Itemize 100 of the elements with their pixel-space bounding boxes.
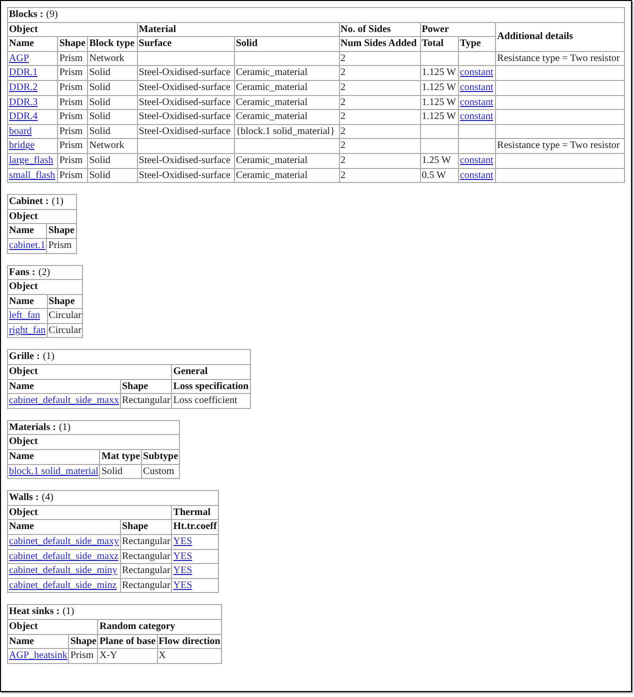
section-title: Walls :: [9, 492, 39, 504]
column-header: Name: [8, 520, 120, 534]
group-header: Additional details: [496, 22, 624, 52]
table-cell: Ceramic_material: [234, 95, 339, 110]
table-cell: Prism: [58, 51, 88, 66]
table-cell: Rectangular: [120, 549, 172, 564]
table-cell: Steel-Oxidised-surface: [137, 80, 234, 96]
group-header: Object: [8, 22, 138, 37]
table-cell: Ceramic_material: [234, 153, 339, 168]
group-header: Object: [8, 619, 98, 634]
table-cell: Solid: [88, 66, 138, 80]
column-header: Type: [458, 36, 496, 52]
group-header: Object: [8, 505, 172, 520]
table-cell: 2: [339, 110, 420, 124]
table-cell: 1.125 W: [420, 80, 458, 96]
column-header: Name: [8, 36, 58, 52]
table-cell: Circular: [47, 323, 83, 338]
section-title: Fans :: [9, 266, 36, 278]
column-header: Name: [8, 634, 69, 649]
table-cell: Rectangular: [120, 578, 172, 593]
table-cell: 2: [339, 51, 420, 66]
table-cell: Solid: [88, 95, 138, 110]
table-cell: Solid: [88, 168, 138, 183]
table-cell: 2: [339, 95, 420, 110]
column-header: Num Sides Added: [339, 36, 420, 52]
table-cell: Prism: [68, 648, 98, 664]
group-header: Power: [420, 22, 496, 37]
section-title: Cabinet :: [9, 196, 49, 208]
group-header: No. of Sides: [339, 22, 420, 37]
column-header: Shape: [47, 294, 83, 309]
table-cell: 2: [339, 168, 420, 183]
table-cell: Rectangular: [120, 394, 172, 408]
column-header: Name: [8, 294, 48, 309]
column-header: Plane of base: [98, 634, 158, 649]
column-header: Ht.tr.coeff: [172, 520, 218, 534]
table-link[interactable]: AGP_heatsink: [9, 650, 68, 662]
table-link[interactable]: right_fan: [9, 324, 46, 336]
table-cell: 2: [339, 153, 420, 168]
column-header: Name: [8, 224, 47, 238]
item-count: (4): [42, 492, 54, 504]
table-cell: Steel-Oxidised-surface: [137, 168, 234, 183]
column-header: Shape: [120, 520, 172, 534]
group-header: Object: [8, 209, 76, 224]
group-header: Object: [8, 434, 180, 450]
item-count: (1): [62, 606, 74, 618]
table-cell: Resistance type = Two resistor: [496, 138, 624, 154]
item-count: (1): [52, 196, 64, 208]
column-header: Total: [420, 36, 458, 52]
item-count: (1): [42, 351, 54, 362]
table-cell: Steel-Oxidised-surface: [137, 66, 234, 80]
table-cell: Ceramic_material: [234, 110, 339, 124]
item-count: (9): [46, 9, 58, 20]
table-cell: {block.1 solid_material}: [234, 124, 339, 139]
table-cell: Custom: [142, 464, 180, 479]
table-cell: Ceramic_material: [234, 168, 339, 183]
table-cell: X: [157, 648, 222, 664]
section-title: Heat sinks :: [9, 606, 60, 618]
table-cell: Rectangular: [120, 564, 172, 578]
table-cell: Rectangular: [120, 534, 172, 550]
table-cell: Ceramic_material: [234, 80, 339, 96]
table-cell: Prism: [58, 95, 88, 110]
group-header: Material: [137, 22, 339, 37]
table-link[interactable]: cabinet_default_side_maxx: [9, 395, 119, 406]
table-cell: Steel-Oxidised-surface: [137, 95, 234, 110]
table-cell: Network: [88, 51, 138, 66]
table-cell: Prism: [58, 153, 88, 168]
table-cell: 1.125 W: [420, 110, 458, 124]
table-cell: Steel-Oxidised-surface: [137, 153, 234, 168]
table-cell: Network: [88, 138, 138, 154]
table-cell: 2: [339, 138, 420, 154]
table-cell: 2: [339, 124, 420, 139]
column-header: Name: [8, 379, 120, 394]
section-title: Materials :: [9, 422, 56, 433]
table-cell: Solid: [88, 124, 138, 139]
table-cell: 2: [339, 80, 420, 96]
column-header: Subtype: [142, 450, 180, 464]
table-cell: Resistance type = Two resistor: [496, 51, 624, 66]
column-header: Solid: [234, 36, 339, 52]
table-cell: Prism: [58, 168, 88, 183]
table-cell: Prism: [58, 110, 88, 124]
table-cell: Solid: [88, 80, 138, 96]
group-header: General: [172, 364, 250, 380]
table-cell: Prism: [58, 138, 88, 154]
table-cell: 1.125 W: [420, 66, 458, 80]
table-cell: Prism: [58, 124, 88, 139]
table-cell: 1.125 W: [420, 95, 458, 110]
column-header: Shape: [68, 634, 98, 649]
column-header: Flow direction: [157, 634, 222, 649]
table-cell: Prism: [58, 66, 88, 80]
group-header: Object: [8, 280, 83, 294]
table-cell: Solid: [88, 110, 138, 124]
table-cell: 0.5 W: [420, 168, 458, 183]
table-link[interactable]: cabinet.1: [9, 240, 46, 251]
section-title: Blocks :: [9, 9, 44, 20]
table-link[interactable]: block.1 solid_material: [9, 466, 98, 477]
column-header: Shape: [46, 224, 76, 238]
section-title: Grille :: [9, 351, 40, 362]
group-header: Random category: [98, 619, 222, 634]
table-link[interactable]: cabinet_default_side_maxz: [9, 550, 118, 562]
table-cell: Steel-Oxidised-surface: [137, 110, 234, 124]
